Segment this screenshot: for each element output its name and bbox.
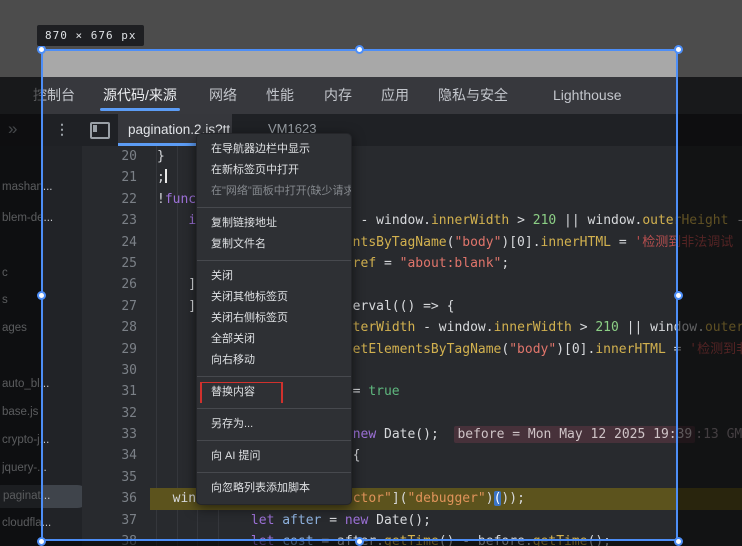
context-menu-item[interactable]: 替换内容 <box>197 382 351 403</box>
context-menu-item[interactable]: 另存为... <box>197 414 351 435</box>
context-menu-item: 在"网络"面板中打开(缺少请求) <box>211 185 351 197</box>
menu-separator <box>197 376 351 377</box>
menu-separator <box>197 207 351 208</box>
context-menu-item[interactable]: 关闭 <box>197 266 351 287</box>
menu-separator <box>197 260 351 261</box>
selection-handle[interactable] <box>673 290 683 300</box>
menu-separator <box>197 440 351 441</box>
context-menu-item[interactable]: 向 AI 提问 <box>197 446 351 467</box>
capture-selection-rect[interactable] <box>41 49 678 541</box>
dim-overlay-bottom <box>0 541 742 546</box>
selection-handle[interactable] <box>355 44 364 54</box>
context-menu-item[interactable]: 在新标签页中打开 <box>197 160 351 181</box>
selection-handle[interactable] <box>673 44 683 54</box>
annotation-red-box <box>200 382 283 403</box>
selection-handle[interactable] <box>673 536 683 546</box>
context-menu-item[interactable]: 全部关闭 <box>197 329 351 350</box>
context-menu-item[interactable]: 复制链接地址 <box>197 213 351 234</box>
selection-handle[interactable] <box>36 290 46 300</box>
context-menu-item[interactable]: 在导航器边栏中显示 <box>197 139 351 160</box>
context-menu-item[interactable]: 关闭其他标签页 <box>197 287 351 308</box>
selection-handle[interactable] <box>355 536 364 546</box>
menu-separator <box>197 408 351 409</box>
context-menu-item[interactable]: 向忽略列表添加脚本 <box>197 478 351 499</box>
dim-overlay-right <box>678 49 742 541</box>
screenshot-stage: 控制台源代码/来源网络性能内存应用隐私与安全Lighthouse » ⋮ pag… <box>0 0 742 546</box>
context-menu-item[interactable]: 关闭右侧标签页 <box>197 308 351 329</box>
capture-size-badge: 870 × 676 px <box>37 25 145 46</box>
context-menu-item[interactable]: 复制文件名 <box>197 234 351 255</box>
selection-handle[interactable] <box>36 536 46 546</box>
dim-overlay-left <box>0 49 41 541</box>
menu-separator <box>197 472 351 473</box>
context-menu-item[interactable]: 向右移动 <box>197 350 351 371</box>
tab-context-menu: 在导航器边栏中显示 在新标签页中打开在"网络"面板中打开(缺少请求) 复制链接地址复… <box>196 133 352 505</box>
